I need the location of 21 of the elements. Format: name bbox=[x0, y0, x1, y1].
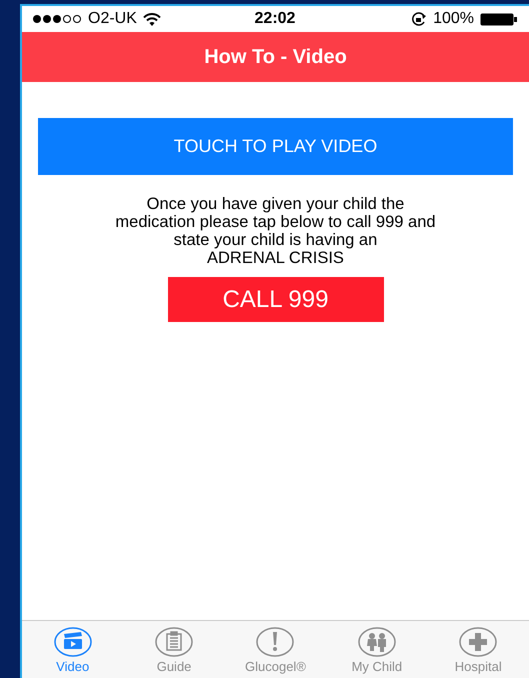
clock-time: 22:02 bbox=[254, 10, 296, 28]
wifi-icon bbox=[142, 12, 161, 26]
tab-item[interactable]: Video bbox=[28, 627, 118, 674]
carrier-name: O2-UK bbox=[88, 10, 137, 28]
clapperboard-icon bbox=[54, 627, 92, 657]
battery-percentage: 100% bbox=[433, 10, 474, 28]
play-video-button[interactable]: TOUCH TO PLAY VIDEO bbox=[38, 118, 513, 175]
instruction-text: Once you have given your child the medication please tap below to call 999 and state your child is having an ADRENAL CRISIS bbox=[115, 195, 436, 267]
tab-item[interactable]: Guide bbox=[129, 627, 220, 674]
rotation-lock-icon bbox=[411, 12, 428, 26]
tab-item[interactable]: Hospital bbox=[433, 627, 524, 674]
screen-title: How To - Video bbox=[204, 46, 347, 68]
tab-item[interactable]: Glucogel® bbox=[230, 627, 320, 674]
exclamation-icon bbox=[256, 627, 294, 657]
tab-item[interactable]: My Child bbox=[332, 627, 422, 674]
call-button[interactable]: CALL 999 bbox=[168, 277, 384, 322]
battery-icon bbox=[480, 12, 518, 26]
two-people-icon bbox=[358, 627, 396, 657]
plus-icon bbox=[459, 627, 498, 657]
signal-icon bbox=[32, 14, 82, 24]
clipboard-icon bbox=[155, 627, 194, 657]
